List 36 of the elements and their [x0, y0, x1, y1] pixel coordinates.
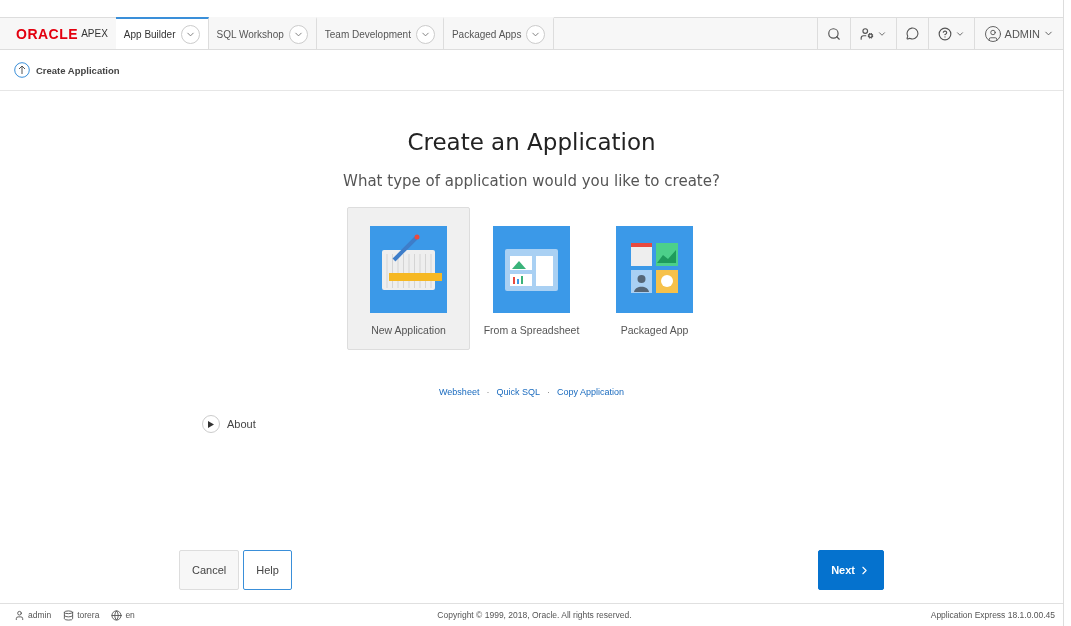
speech-bubble-icon	[905, 27, 919, 40]
option-link[interactable]: Quick SQL	[496, 387, 540, 397]
app-tiles-icon	[616, 226, 693, 313]
user-menu-button[interactable]: ADMIN	[973, 18, 1063, 49]
user-avatar-icon	[983, 24, 1002, 43]
dashboard-icon	[493, 226, 570, 313]
logo[interactable]: ORACLE APEX	[0, 18, 116, 49]
expand-icon[interactable]	[202, 415, 220, 433]
user-icon	[14, 609, 25, 621]
page-subheading: What type of application would you like to create?	[343, 172, 720, 190]
help-icon	[937, 26, 952, 41]
separator-dot: ·	[486, 387, 490, 397]
globe-icon	[111, 609, 123, 621]
footer-user: admin	[28, 610, 52, 620]
footer-workspace: torera	[77, 610, 100, 620]
nav-tab[interactable]: App Builder	[115, 17, 209, 49]
option-link[interactable]: Copy Application	[556, 387, 624, 397]
cancel-button[interactable]: Cancel	[179, 550, 240, 590]
help-button[interactable]: Help	[243, 550, 292, 590]
nav-tab[interactable]: SQL Workshop	[208, 17, 317, 49]
database-icon	[63, 609, 75, 621]
nav-tab[interactable]: Packaged Apps	[443, 17, 555, 49]
option-card[interactable]: New Application	[347, 207, 470, 350]
version-text: Application Express 18.1.0.00.45	[930, 610, 1055, 620]
nav-tab[interactable]: Team Development	[316, 17, 444, 49]
copyright-text: Copyright © 1999, 2018, Oracle. All rights reserved.	[437, 610, 632, 620]
about-label[interactable]: About	[227, 418, 256, 430]
option-link[interactable]: Websheet	[439, 387, 480, 397]
search-icon	[826, 26, 841, 41]
separator-dot: ·	[546, 387, 550, 397]
grid-pencil-icon	[370, 226, 447, 313]
user-gear-icon	[859, 26, 874, 41]
page-heading: Create an Application	[407, 129, 656, 155]
breadcrumb-title: Create Application	[36, 64, 120, 76]
footer-language: en	[125, 610, 135, 620]
next-button[interactable]: Next	[818, 550, 884, 590]
